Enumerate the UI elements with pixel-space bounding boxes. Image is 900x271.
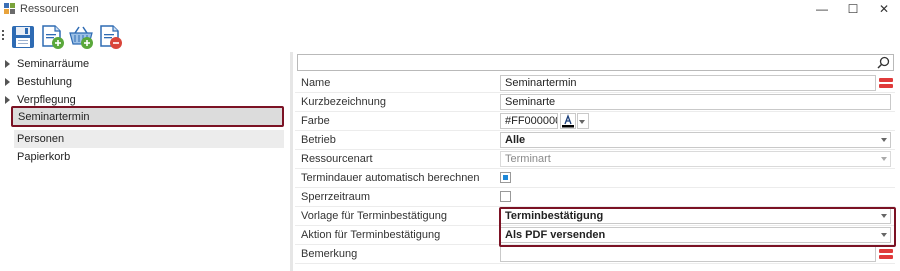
ressourcenart-select: Terminart [500,151,891,167]
tree-item-seminartermin[interactable]: Seminartermin [11,106,284,127]
tree-item-label: Seminarräume [17,58,90,70]
resource-tree: Seminarräume Bestuhlung Verpflegung Pers… [0,55,290,271]
add-basket-icon [69,26,93,49]
property-label: Farbe [301,115,330,127]
chevron-down-icon [881,138,887,142]
tree-item-personen[interactable]: Personen [14,130,284,148]
property-label: Betrieb [301,134,336,146]
property-label: Termindauer automatisch berechnen [301,172,480,184]
chevron-down-icon [579,120,585,124]
delete-document-icon [100,25,122,49]
property-row-kurzbezeichnung: Kurzbezeichnung Seminarte [295,93,895,112]
kurzbezeichnung-input[interactable]: Seminarte [500,94,891,110]
tree-item-label: Papierkorb [17,151,71,163]
property-label: Ressourcenart [301,153,373,165]
tree-item-label: Bestuhlung [17,76,73,88]
expand-arrow-icon[interactable] [5,78,10,86]
property-row-sperrzeitraum: Sperrzeitraum [295,188,895,207]
add-document-icon [42,25,64,49]
property-row-termindauer: Termindauer automatisch berechnen [295,169,895,188]
chevron-down-icon [881,214,887,218]
save-icon [12,26,34,48]
toolbar [0,22,900,52]
betrieb-select[interactable]: Alle [500,132,891,148]
add-document-button[interactable] [39,24,65,50]
tree-item-label: Personen [17,133,65,145]
window-title: Ressourcen [20,3,79,15]
clear-icon[interactable] [879,247,893,261]
property-grid: Name Seminartermin Kurzbezeichnung Semin… [295,74,895,271]
aktion-select[interactable]: Als PDF versenden [500,227,891,243]
bemerkung-input[interactable] [500,246,876,262]
font-color-icon [562,114,574,128]
vorlage-select[interactable]: Terminbestätigung [500,208,891,224]
property-row-aktion: Aktion für Terminbestätigung Als PDF ver… [295,226,895,245]
clear-icon[interactable] [879,76,893,90]
property-row-bemerkung: Bemerkung [295,245,895,264]
expand-arrow-icon[interactable] [5,60,10,68]
chevron-down-icon [881,233,887,237]
property-label: Name [301,77,331,89]
sperrzeitraum-checkbox[interactable] [500,191,511,202]
chevron-down-icon [881,157,887,161]
expand-arrow-icon[interactable] [5,96,10,104]
property-label: Sperrzeitraum [301,191,371,203]
color-value-input[interactable]: #FF000000 [500,113,558,129]
maximize-button[interactable]: ☐ [838,0,868,18]
property-search-input[interactable] [297,54,894,71]
property-row-vorlage: Vorlage für Terminbestätigung Terminbest… [295,207,895,226]
property-row-name: Name Seminartermin [295,74,895,93]
save-button[interactable] [10,24,36,50]
app-icon [4,3,16,15]
color-dropdown-button[interactable] [577,113,589,129]
termindauer-checkbox[interactable] [500,172,511,183]
add-basket-button[interactable] [68,24,94,50]
title-bar: Ressourcen — ☐ ✕ [0,0,900,18]
property-label: Vorlage für Terminbestätigung [301,210,447,222]
property-label: Bemerkung [301,248,358,260]
property-row-farbe: Farbe #FF000000 [295,112,895,131]
color-picker-button[interactable] [560,113,576,129]
name-input[interactable]: Seminartermin [500,75,876,91]
property-row-ressourcenart: Ressourcenart Terminart [295,150,895,169]
property-row-betrieb: Betrieb Alle [295,131,895,150]
property-label: Kurzbezeichnung [301,96,387,108]
panel-splitter[interactable] [290,52,293,271]
minimize-button[interactable]: — [807,0,837,18]
delete-document-button[interactable] [97,24,123,50]
property-label: Aktion für Terminbestätigung [301,229,441,241]
close-button[interactable]: ✕ [869,0,899,18]
search-icon[interactable] [877,56,890,69]
toolbar-grip[interactable] [2,30,5,44]
tree-item-label: Seminartermin [18,111,90,123]
